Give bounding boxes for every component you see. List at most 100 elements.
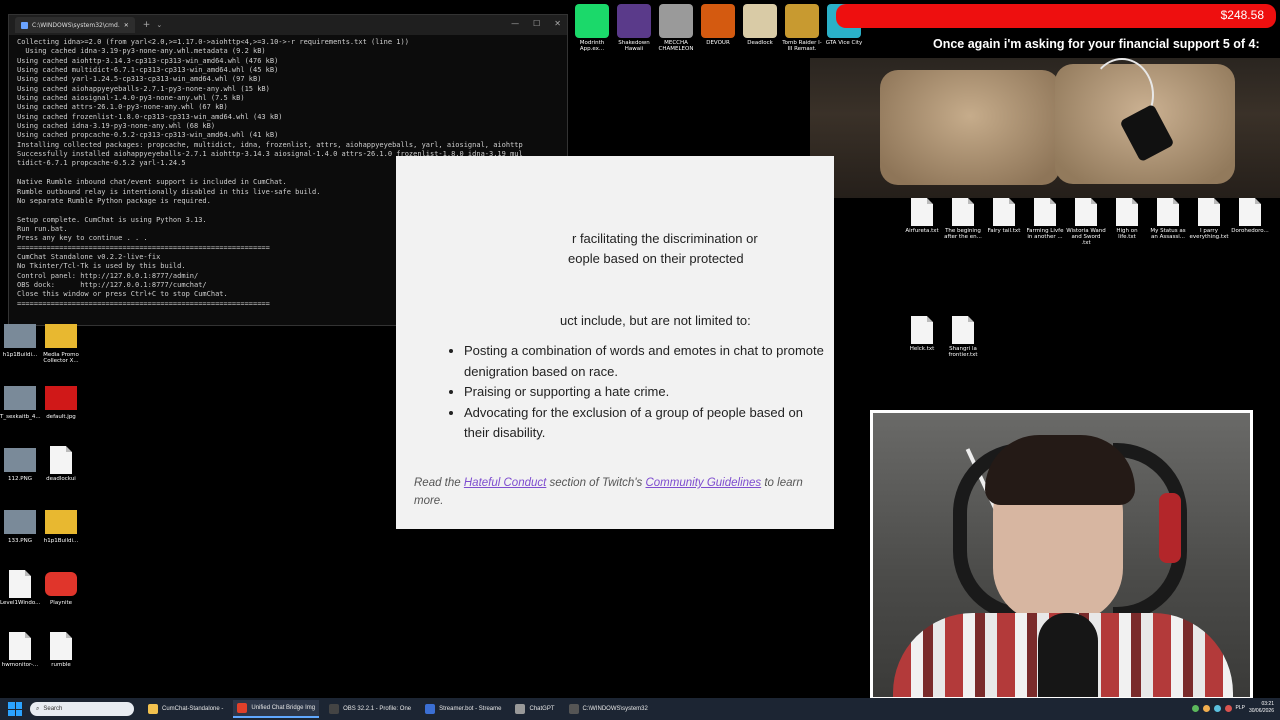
desktop-shortcut[interactable]: Level1Windo... xyxy=(0,570,40,606)
terminal-titlebar[interactable]: C:\WINDOWS\system32\cmd. ✕ + ⌄ — ☐ ✕ xyxy=(9,15,567,35)
cmd-icon xyxy=(21,21,28,29)
desktop-file-label: Helck.txt xyxy=(909,346,935,352)
text-file-icon xyxy=(952,198,974,226)
desktop-shortcut-label: Playnite xyxy=(49,600,73,606)
desktop-shortcut-label: h1p1Buildi... xyxy=(2,352,38,358)
clock[interactable]: 03:21 30/06/2026 xyxy=(1249,701,1274,715)
terminal-tab[interactable]: C:\WINDOWS\system32\cmd. ✕ xyxy=(15,17,135,33)
close-tab-icon[interactable]: ✕ xyxy=(124,22,129,29)
taskbar-app-button[interactable]: ChatGPT xyxy=(511,700,558,718)
text-file-icon xyxy=(1034,198,1056,226)
game-icon xyxy=(785,4,819,38)
taskbar-app-label: ChatGPT xyxy=(529,706,555,712)
desktop-shortcut[interactable]: default.jpg xyxy=(41,384,81,420)
app-icon xyxy=(237,703,248,713)
desktop-shortcut[interactable]: h1p1Buildi... xyxy=(41,508,81,544)
desktop-file-label: Wistoria Wand and Sword .txt xyxy=(1066,228,1106,246)
desktop-file-label: Fairy tail.txt xyxy=(987,228,1021,234)
desktop-shortcut-label: Media Promo Collector X... xyxy=(43,352,79,364)
desktop-shortcut[interactable]: Playnite xyxy=(41,570,81,606)
donation-ask-text: Once again i'm asking for your financial… xyxy=(933,37,1260,51)
taskbar-app-button[interactable]: OBS 32.2.1 - Profile: One xyxy=(325,700,415,718)
file-icon xyxy=(9,632,31,660)
chevron-down-icon[interactable]: ⌄ xyxy=(156,21,162,29)
desktop-shortcut-label: 112.PNG xyxy=(8,476,32,482)
desktop-shortcut[interactable]: h1p1Buildi... xyxy=(0,322,40,358)
desktop-file[interactable]: High on life.txt xyxy=(1107,198,1147,240)
game-shortcut-label: Deadlock xyxy=(747,40,773,46)
taskbar-app-button[interactable]: Unified Chat Bridge Img xyxy=(233,700,320,718)
desktop-file[interactable]: I parry everything.txt xyxy=(1189,198,1229,240)
community-guidelines-link[interactable]: Community Guidelines xyxy=(645,477,761,489)
conduct-example: Posting a combination of words and emote… xyxy=(464,341,824,382)
desktop-file[interactable]: Wistoria Wand and Sword .txt xyxy=(1066,198,1106,246)
desktop-shortcut[interactable]: 133.PNG xyxy=(0,508,40,544)
close-icon[interactable]: ✕ xyxy=(554,19,561,28)
card-footer: Read the Hateful Conduct section of Twit… xyxy=(414,477,803,507)
taskbar-app-button[interactable]: C:\WINDOWS\system32 xyxy=(565,700,652,718)
desktop-file-label: I parry everything.txt xyxy=(1189,228,1229,240)
language-indicator[interactable]: PLP xyxy=(1236,705,1245,711)
game-shortcut-label: MECCHA CHAMELEON xyxy=(658,40,694,52)
taskbar-search[interactable]: ⌕ Search xyxy=(30,702,134,716)
card-intro: uct include, but are not limited to: xyxy=(560,313,751,328)
desktop-file-label: High on life.txt xyxy=(1116,228,1138,240)
new-tab-icon[interactable]: + xyxy=(143,20,151,30)
tray-app-icon[interactable] xyxy=(1224,704,1232,712)
desktop-file[interactable]: Dorohedoro... xyxy=(1230,198,1270,234)
desktop-shortcut[interactable]: rumble xyxy=(41,632,81,668)
taskbar-app-button[interactable]: Streamer.bot - Streame xyxy=(421,700,505,718)
game-icon xyxy=(743,4,777,38)
system-tray: PLP 03:21 30/06/2026 xyxy=(1191,701,1274,715)
game-shortcut-label: Modrinth App.ex... xyxy=(579,40,605,52)
game-icon xyxy=(617,4,651,38)
tray-app-icon[interactable] xyxy=(1202,704,1210,712)
file-icon xyxy=(9,570,31,598)
image-icon xyxy=(45,386,77,410)
desktop-file-label: Airfureta.txt xyxy=(905,228,939,234)
game-shortcut-label: Shakedown Hawaii xyxy=(618,40,650,52)
desktop-shortcut[interactable]: deadlockui xyxy=(41,446,81,482)
couch-image xyxy=(810,58,1280,198)
desktop-shortcut[interactable]: hwmonitor-... xyxy=(0,632,40,668)
app-icon xyxy=(148,704,158,714)
game-icon xyxy=(575,4,609,38)
windows-start-icon[interactable] xyxy=(8,702,22,716)
game-shortcut[interactable]: Deadlock xyxy=(740,4,780,58)
desktop-shortcut[interactable]: T_sexkaitb_4... xyxy=(0,384,41,420)
desktop-shortcut[interactable]: Media Promo Collector X... xyxy=(41,322,81,364)
search-placeholder: Search xyxy=(43,706,63,712)
text-file-icon xyxy=(1116,198,1138,226)
desktop-file[interactable]: Fairy tail.txt xyxy=(984,198,1024,234)
text-file-icon xyxy=(1239,198,1261,226)
tray-app-icon[interactable] xyxy=(1191,704,1199,712)
game-shortcut[interactable]: Modrinth App.ex... xyxy=(572,4,612,58)
hateful-conduct-link[interactable]: Hateful Conduct xyxy=(464,477,546,489)
desktop-file-label: Farming Livfe in another ... xyxy=(1026,228,1064,240)
text-file-icon xyxy=(911,198,933,226)
desktop-file[interactable]: My Status as an Assassi... xyxy=(1148,198,1188,240)
game-shortcut[interactable]: DEVOUR xyxy=(698,4,738,58)
maximize-icon[interactable]: ☐ xyxy=(533,19,540,28)
game-shortcut[interactable]: Shakedown Hawaii xyxy=(614,4,654,58)
desktop-file[interactable]: Shangri la frontier.txt xyxy=(943,316,983,358)
desktop-file[interactable]: Farming Livfe in another ... xyxy=(1025,198,1065,240)
file-icon xyxy=(50,446,72,474)
desktop-file-label: Shangri la frontier.txt xyxy=(948,346,978,358)
app-icon xyxy=(568,704,579,714)
desktop-file-label: Dorohedoro... xyxy=(1231,228,1269,234)
tray-app-icon[interactable] xyxy=(1213,704,1221,712)
desktop-file[interactable]: The begining after the en... xyxy=(943,198,983,240)
desktop-file[interactable]: Helck.txt xyxy=(902,316,942,352)
pinned-game-icons: Modrinth App.ex... Shakedown Hawaii MECCHA… xyxy=(572,4,864,58)
desktop-shortcut[interactable]: 112.PNG xyxy=(0,446,40,482)
taskbar-app-button[interactable]: CumChat-Standalone - xyxy=(144,700,227,718)
game-shortcut[interactable]: MECCHA CHAMELEON xyxy=(656,4,696,58)
taskbar-app-label: Streamer.bot - Streame xyxy=(439,706,502,712)
text-file-icon xyxy=(1075,198,1097,226)
game-shortcut[interactable]: Tomb Raider I-III Remast. xyxy=(782,4,822,58)
minimize-icon[interactable]: — xyxy=(511,19,519,28)
desktop-file[interactable]: Airfureta.txt xyxy=(902,198,942,234)
game-icon xyxy=(659,4,693,38)
text-file-icon xyxy=(993,198,1015,226)
